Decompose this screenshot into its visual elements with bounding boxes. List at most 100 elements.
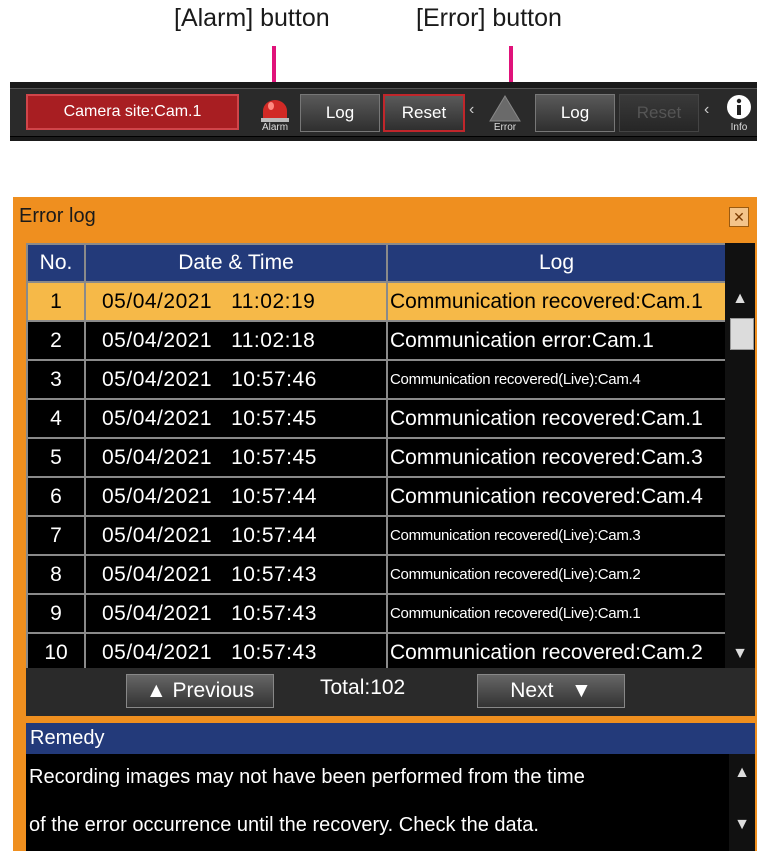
- error-label: Error: [493, 122, 517, 133]
- row-date-time: 05/04/2021 11:02:18: [84, 320, 388, 361]
- row-no: 3: [26, 359, 86, 400]
- column-header-no: No.: [26, 243, 86, 283]
- row-time: 11:02:18: [231, 328, 316, 352]
- row-date-time: 05/04/2021 10:57:45: [84, 398, 388, 439]
- row-log: Communication recovered:Cam.2: [386, 632, 727, 673]
- triangle-up-icon: ▲: [145, 679, 167, 702]
- log-scrollbar[interactable]: ▲ ▼: [725, 243, 755, 668]
- scroll-down-icon[interactable]: ▼: [729, 816, 755, 834]
- table-row[interactable]: 8 05/04/2021 10:57:43 Communication reco…: [26, 554, 727, 595]
- row-date: 05/04/2021: [102, 289, 213, 313]
- column-header-date-time: Date & Time: [84, 243, 388, 283]
- alarm-label: Alarm: [261, 122, 289, 133]
- info-label: Info: [730, 122, 748, 133]
- column-header-log: Log: [386, 243, 727, 283]
- scroll-down-icon[interactable]: ▼: [725, 645, 755, 663]
- row-date: 05/04/2021: [102, 523, 213, 547]
- row-time: 10:57:43: [231, 640, 317, 664]
- row-no: 9: [26, 593, 86, 634]
- remedy-line-1: Recording images may not have been perfo…: [29, 766, 585, 788]
- error-button-callout: [Error] button: [416, 4, 562, 32]
- row-time: 10:57:45: [231, 406, 317, 430]
- previous-button[interactable]: ▲ Previous: [126, 674, 274, 708]
- table-row[interactable]: 9 05/04/2021 10:57:43 Communication reco…: [26, 593, 727, 634]
- next-button[interactable]: Next ▼: [477, 674, 625, 708]
- row-log: Communication recovered(Live):Cam.4: [386, 359, 727, 400]
- row-time: 10:57:46: [231, 367, 317, 391]
- triangle-down-icon: ▼: [570, 679, 592, 702]
- close-icon[interactable]: ✕: [729, 207, 749, 227]
- row-time: 10:57:44: [231, 523, 317, 547]
- row-date-time: 05/04/2021 10:57:43: [84, 554, 388, 595]
- scroll-up-icon[interactable]: ▲: [729, 764, 755, 782]
- next-label: Next: [510, 679, 554, 702]
- alarm-log-button[interactable]: Log: [300, 94, 380, 132]
- table-row[interactable]: 7 05/04/2021 10:57:44 Communication reco…: [26, 515, 727, 556]
- camera-site-indicator[interactable]: Camera site:Cam.1: [26, 94, 239, 130]
- row-date: 05/04/2021: [102, 484, 213, 508]
- remedy-scrollbar[interactable]: ▲ ▼: [729, 754, 755, 851]
- toolbar-bar: Camera site:Cam.1 Alarm Log Reset ‹ Erro…: [10, 88, 757, 137]
- error-log-table: No. Date & Time Log 1 05/04/2021 11:02:1…: [26, 243, 727, 673]
- total-count: Total:102: [320, 676, 406, 699]
- alarm-button[interactable]: Alarm: [254, 93, 296, 133]
- error-log-dialog: Error log ✕ No. Date & Time Log 1 05/04/…: [13, 197, 757, 851]
- scroll-up-icon[interactable]: ▲: [725, 290, 755, 308]
- error-callout-line: [509, 46, 513, 82]
- row-no: 6: [26, 476, 86, 517]
- error-button[interactable]: Error: [484, 93, 526, 133]
- row-date-time: 05/04/2021 10:57:43: [84, 632, 388, 673]
- row-log: Communication recovered(Live):Cam.3: [386, 515, 727, 556]
- row-date: 05/04/2021: [102, 640, 213, 664]
- chevron-left-icon-2[interactable]: ‹: [704, 101, 709, 119]
- status-toolbar: Camera site:Cam.1 Alarm Log Reset ‹ Erro…: [10, 82, 757, 141]
- row-date: 05/04/2021: [102, 367, 213, 391]
- row-log: Communication recovered:Cam.1: [386, 398, 727, 439]
- row-time: 10:57:44: [231, 484, 317, 508]
- row-date: 05/04/2021: [102, 601, 213, 625]
- row-no: 8: [26, 554, 86, 595]
- table-row[interactable]: 2 05/04/2021 11:02:18 Communication erro…: [26, 320, 727, 361]
- row-time: 10:57:43: [231, 601, 317, 625]
- row-date: 05/04/2021: [102, 406, 213, 430]
- row-date: 05/04/2021: [102, 328, 213, 352]
- alarm-lamp-icon: [261, 100, 289, 122]
- row-no: 1: [26, 281, 86, 322]
- row-log: Communication recovered:Cam.4: [386, 476, 727, 517]
- scrollbar-thumb[interactable]: [730, 318, 754, 350]
- table-row[interactable]: 3 05/04/2021 10:57:46 Communication reco…: [26, 359, 727, 400]
- row-date: 05/04/2021: [102, 445, 213, 469]
- row-no: 4: [26, 398, 86, 439]
- remedy-line-2: of the error occurrence until the recove…: [29, 814, 539, 836]
- table-row[interactable]: 6 05/04/2021 10:57:44 Communication reco…: [26, 476, 727, 517]
- row-date-time: 05/04/2021 10:57:44: [84, 476, 388, 517]
- error-reset-button[interactable]: Reset: [619, 94, 699, 132]
- row-date-time: 05/04/2021 10:57:46: [84, 359, 388, 400]
- row-log: Communication recovered(Live):Cam.2: [386, 554, 727, 595]
- alarm-button-callout: [Alarm] button: [174, 4, 330, 32]
- row-time: 10:57:43: [231, 562, 317, 586]
- pagination-bar: ▲ Previous Total:102 Next ▼: [26, 668, 755, 716]
- row-date-time: 05/04/2021 11:02:19: [84, 281, 388, 322]
- error-log-button[interactable]: Log: [535, 94, 615, 132]
- row-log: Communication recovered:Cam.1: [386, 281, 727, 322]
- table-row[interactable]: 5 05/04/2021 10:57:45 Communication reco…: [26, 437, 727, 478]
- table-header-row: No. Date & Time Log: [26, 243, 727, 283]
- row-date-time: 05/04/2021 10:57:43: [84, 593, 388, 634]
- row-date: 05/04/2021: [102, 562, 213, 586]
- row-log: Communication recovered:Cam.3: [386, 437, 727, 478]
- chevron-left-icon[interactable]: ‹: [469, 101, 474, 119]
- table-row[interactable]: 4 05/04/2021 10:57:45 Communication reco…: [26, 398, 727, 439]
- table-row[interactable]: 1 05/04/2021 11:02:19 Communication reco…: [26, 281, 727, 322]
- remedy-text-area: Recording images may not have been perfo…: [26, 754, 755, 851]
- info-icon: [727, 95, 751, 119]
- row-date-time: 05/04/2021 10:57:45: [84, 437, 388, 478]
- info-button[interactable]: Info: [722, 93, 756, 133]
- error-triangle-icon: [489, 95, 521, 122]
- dialog-title: Error log: [19, 205, 96, 227]
- alarm-reset-button[interactable]: Reset: [383, 94, 465, 132]
- table-row[interactable]: 10 05/04/2021 10:57:43 Communication rec…: [26, 632, 727, 673]
- row-log: Communication recovered(Live):Cam.1: [386, 593, 727, 634]
- row-no: 10: [26, 632, 86, 673]
- row-date-time: 05/04/2021 10:57:44: [84, 515, 388, 556]
